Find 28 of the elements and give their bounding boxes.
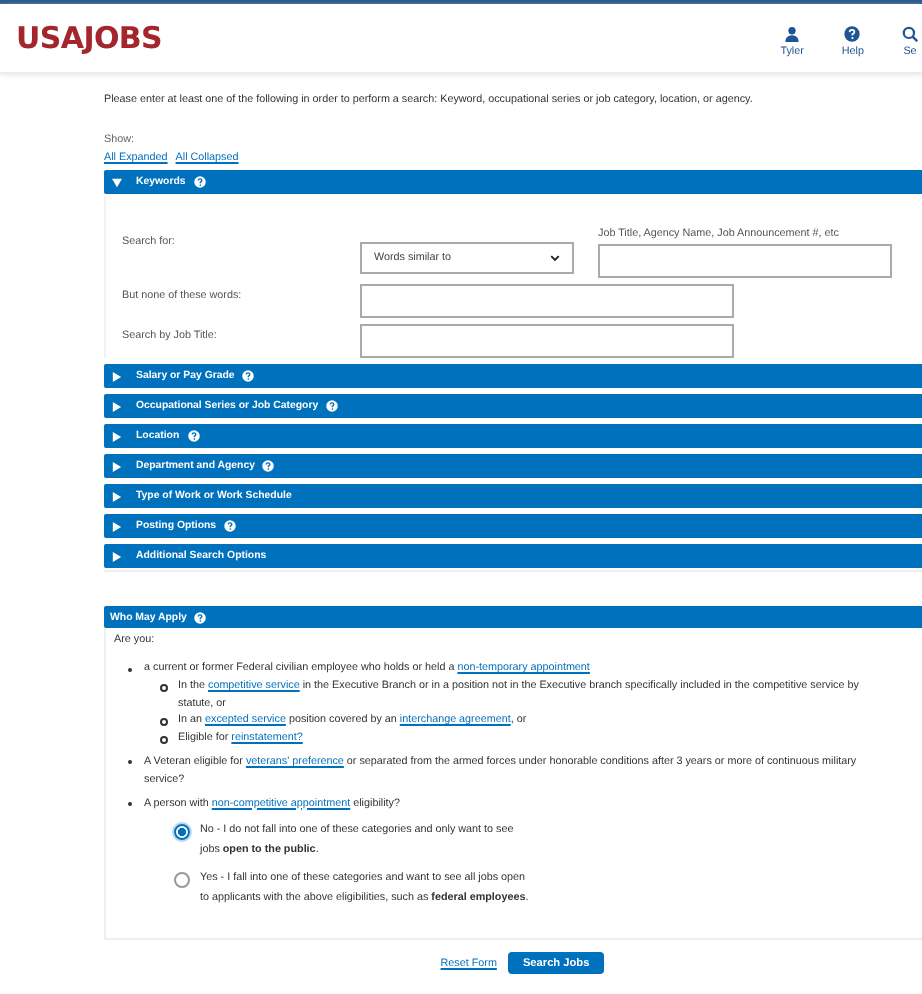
caret-right-icon	[112, 491, 122, 501]
caret-right-icon	[112, 401, 122, 411]
help-icon[interactable]	[187, 430, 200, 442]
exclude-words-field[interactable]	[360, 284, 734, 318]
help-icon[interactable]	[326, 400, 339, 412]
keyword-field[interactable]	[598, 244, 892, 278]
site-logo[interactable]: USAJOBS	[16, 20, 163, 56]
chevron-down-icon	[550, 254, 560, 262]
bullet-icon	[160, 718, 168, 727]
bullet-icon	[160, 683, 168, 692]
radio-button[interactable]	[174, 824, 190, 841]
user-icon	[784, 26, 801, 42]
help-icon[interactable]	[194, 611, 207, 623]
search-icon	[902, 26, 918, 42]
bullet-icon	[160, 736, 168, 745]
caret-right-icon	[112, 551, 122, 561]
caret-right-icon	[112, 461, 122, 471]
help-icon[interactable]	[193, 176, 206, 188]
help-icon[interactable]	[262, 460, 275, 472]
help-icon	[844, 26, 861, 42]
caret-right-icon	[112, 371, 122, 381]
radio-button[interactable]	[174, 872, 190, 889]
help-icon[interactable]	[224, 520, 237, 532]
caret-right-icon	[112, 431, 122, 441]
caret-right-icon	[112, 521, 122, 531]
help-icon[interactable]	[242, 370, 255, 382]
job-title-field[interactable]	[360, 324, 734, 358]
caret-down-icon	[112, 177, 122, 187]
